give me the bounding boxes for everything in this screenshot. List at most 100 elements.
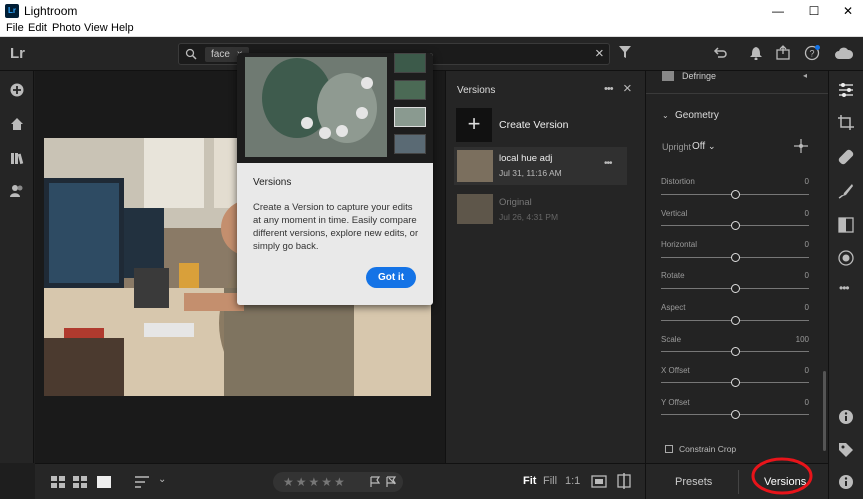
square-grid-view-icon[interactable] <box>73 476 87 488</box>
slider-value: 100 <box>795 335 809 344</box>
rating-stars[interactable]: ★★★★★ <box>283 475 347 489</box>
zoom-fit-button[interactable]: Fit <box>523 475 536 487</box>
defringe-section-label[interactable]: Defringe <box>682 71 716 81</box>
create-version-label: Create Version <box>499 119 569 131</box>
got-it-button[interactable]: Got it <box>366 267 416 288</box>
version-more-icon[interactable]: ••• <box>604 158 612 169</box>
version-thumbnail <box>457 150 493 182</box>
filmstrip-thumb-2[interactable] <box>394 80 426 100</box>
slider-handle[interactable] <box>731 221 740 230</box>
brush-icon[interactable] <box>838 183 854 199</box>
version-thumbnail <box>457 194 493 224</box>
geometry-section-label[interactable]: Geometry <box>675 110 719 121</box>
menu-edit[interactable]: Edit <box>28 22 47 34</box>
slider-handle[interactable] <box>731 284 740 293</box>
left-navigation-rail <box>0 71 34 463</box>
keyword-tag-icon[interactable] <box>838 442 854 458</box>
undo-icon[interactable] <box>713 46 727 60</box>
add-photos-icon[interactable] <box>10 83 24 97</box>
presets-tab[interactable]: Presets <box>675 476 712 488</box>
slider-handle[interactable] <box>731 410 740 419</box>
slider-handle[interactable] <box>731 253 740 262</box>
before-after-icon[interactable] <box>591 475 607 488</box>
healing-bandage-icon[interactable] <box>838 149 854 165</box>
slider-handle[interactable] <box>731 190 740 199</box>
filmstrip-thumb-1[interactable] <box>394 53 426 73</box>
upright-dropdown[interactable]: Off ⌄ <box>692 141 715 152</box>
constrain-crop-label: Constrain Crop <box>679 444 737 454</box>
versions-panel: Versions ••• × + Create Version local hu… <box>445 71 645 463</box>
slider-handle[interactable] <box>731 378 740 387</box>
compare-split-icon[interactable] <box>617 473 631 489</box>
create-version-plus-icon: + <box>456 108 492 142</box>
cloud-sync-icon[interactable] <box>834 46 854 60</box>
menu-photo[interactable]: Photo <box>52 22 81 34</box>
slider-value: 0 <box>804 366 809 375</box>
grid-view-icon[interactable] <box>51 476 65 488</box>
menu-view[interactable]: View <box>84 22 108 34</box>
close-window-button[interactable]: ✕ <box>831 0 863 22</box>
versions-more-icon[interactable]: ••• <box>604 83 614 95</box>
star-rating[interactable]: ★★★★★ <box>273 472 403 492</box>
clear-search-icon[interactable]: × <box>595 45 604 62</box>
pick-flag-icon[interactable] <box>369 476 381 488</box>
slider-handle[interactable] <box>731 347 740 356</box>
library-icon[interactable] <box>10 151 24 165</box>
tab-divider <box>738 470 739 494</box>
slider-value: 0 <box>804 240 809 249</box>
slider-label: Horizontal <box>661 240 698 249</box>
slider-label: Rotate <box>661 271 685 280</box>
detail-view-icon[interactable] <box>97 476 111 488</box>
window-title: Lightroom <box>24 4 78 18</box>
create-version-button[interactable]: + Create Version <box>456 108 626 142</box>
filmstrip-thumb-3[interactable] <box>394 107 426 127</box>
home-icon[interactable] <box>10 117 24 131</box>
versions-close-icon[interactable]: × <box>623 80 632 97</box>
guided-upright-icon[interactable] <box>794 139 808 153</box>
filter-icon[interactable] <box>619 46 631 58</box>
filmstrip-thumb-4[interactable] <box>394 134 426 154</box>
annotation-circle <box>751 457 813 495</box>
section-divider <box>646 93 829 94</box>
share-icon[interactable] <box>776 45 790 60</box>
right-tool-rail: ••• <box>828 71 863 499</box>
more-tools-icon[interactable]: ••• <box>839 281 850 295</box>
linear-gradient-icon[interactable] <box>838 217 854 233</box>
version-item[interactable]: Original Jul 26, 4:31 PM <box>454 191 627 227</box>
zoom-fill-button[interactable]: Fill <box>543 475 557 487</box>
photo-info-icon[interactable] <box>838 474 854 490</box>
sort-icon[interactable] <box>135 476 149 488</box>
menu-help[interactable]: Help <box>111 22 134 34</box>
menu-file[interactable]: File <box>6 22 24 34</box>
radial-gradient-icon[interactable] <box>838 250 854 266</box>
people-icon[interactable] <box>10 184 24 198</box>
defringe-icon <box>662 71 674 81</box>
slider-label: Scale <box>661 335 682 344</box>
notifications-bell-icon[interactable] <box>750 46 762 60</box>
slider-value: 0 <box>804 303 809 312</box>
info-icon[interactable] <box>838 409 854 425</box>
crop-icon[interactable] <box>838 115 854 131</box>
maximize-button[interactable]: ☐ <box>797 0 831 22</box>
help-icon[interactable]: ? <box>804 45 820 61</box>
slider-value: 0 <box>804 177 809 186</box>
version-date: Jul 31, 11:16 AM <box>499 168 562 178</box>
sort-chevron-icon[interactable]: ⌄ <box>158 474 166 485</box>
lr-logo: Lr <box>10 45 25 62</box>
zoom-1-1-button[interactable]: 1:1 <box>565 475 580 487</box>
slider-label: Y Offset <box>661 398 690 407</box>
version-name: Original <box>499 197 532 208</box>
reject-flag-icon[interactable] <box>385 476 397 488</box>
edit-sliders-icon[interactable] <box>838 82 854 98</box>
minimize-button[interactable]: — <box>761 0 795 22</box>
upright-value: Off <box>692 141 706 152</box>
slider-handle[interactable] <box>731 316 740 325</box>
defringe-collapse-icon[interactable]: ◂ <box>803 71 807 80</box>
constrain-crop-checkbox[interactable] <box>665 445 673 453</box>
version-item[interactable]: local hue adj Jul 31, 11:16 AM ••• <box>454 147 627 185</box>
tooltip-title: Versions <box>253 177 292 188</box>
dropdown-chevron-icon: ⌄ <box>707 141 716 151</box>
version-name: local hue adj <box>499 153 553 164</box>
search-chip-label: face <box>211 49 230 60</box>
geometry-chevron-icon[interactable]: ⌄ <box>662 111 669 120</box>
